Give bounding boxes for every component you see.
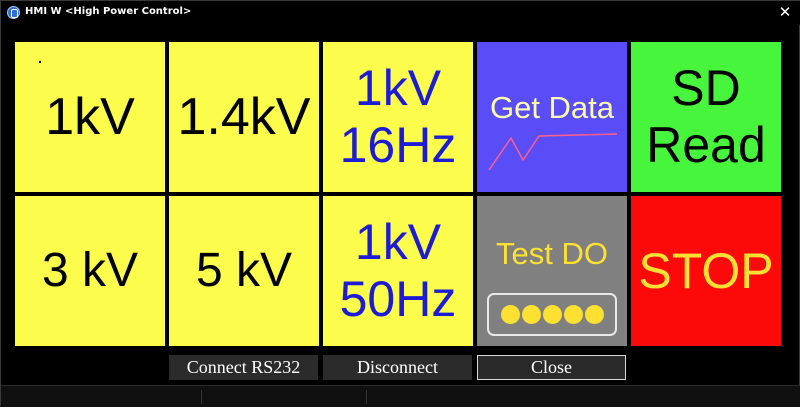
tile-5kv-button[interactable]: 5 kV <box>169 196 319 346</box>
tile-5kv-label: 5 kV <box>195 244 293 297</box>
status-divider <box>366 390 367 404</box>
tile-1kv-50hz-line1: 1kV <box>354 213 442 270</box>
led-4 <box>563 305 583 324</box>
marker-dot <box>39 61 41 63</box>
sd-read-line1: SD <box>671 59 741 116</box>
tile-1-4kv-label: 1.4kV <box>177 88 311 146</box>
tile-3kv-button[interactable]: 3 kV <box>15 196 165 346</box>
led-1 <box>500 305 520 324</box>
tile-1kv-50hz-line2: 50Hz <box>339 271 457 327</box>
led-5 <box>584 305 604 324</box>
disconnect-button[interactable]: Disconnect <box>323 355 472 380</box>
tile-3kv-label: 3 kV <box>41 244 139 297</box>
stop-button[interactable]: STOP <box>631 196 781 346</box>
title-bar: HMI W <High Power Control> ✕ <box>1 1 800 25</box>
tile-1kv-16hz-line1: 1kV <box>354 59 442 116</box>
tile-1kv-16hz-button[interactable]: 1kV 16Hz <box>323 42 473 192</box>
tile-1kv-16hz-line2: 16Hz <box>339 117 457 173</box>
sd-read-line2: Read <box>646 117 766 173</box>
close-button[interactable]: Close <box>477 355 626 380</box>
led-3 <box>542 305 562 324</box>
control-panel: 1kV 1.4kV 1kV 16Hz Get Data SD Read 3 kV… <box>11 38 781 346</box>
connect-rs232-button[interactable]: Connect RS232 <box>169 355 318 380</box>
sd-read-button[interactable]: SD Read <box>631 42 781 192</box>
status-bar <box>1 385 800 407</box>
led-2 <box>521 305 541 324</box>
app-icon <box>7 6 20 19</box>
hmi-window: HMI W <High Power Control> ✕ 1kV 1.4kV 1… <box>0 0 800 407</box>
test-do-button[interactable]: Test DO <box>477 196 627 346</box>
window-title: HMI W <High Power Control> <box>25 6 192 17</box>
tile-1kv-button[interactable]: 1kV <box>15 42 165 192</box>
get-data-label: Get Data <box>489 90 615 125</box>
tile-1-4kv-button[interactable]: 1.4kV <box>169 42 319 192</box>
test-do-label: Test DO <box>496 236 608 271</box>
tile-1kv-50hz-button[interactable]: 1kV 50Hz <box>323 196 473 346</box>
window-close-icon[interactable]: ✕ <box>777 3 793 21</box>
stop-label: STOP <box>638 243 774 299</box>
status-divider <box>201 390 202 404</box>
get-data-button[interactable]: Get Data <box>477 42 627 192</box>
tile-1kv-label: 1kV <box>45 88 135 146</box>
led-indicator-icon <box>487 293 617 336</box>
